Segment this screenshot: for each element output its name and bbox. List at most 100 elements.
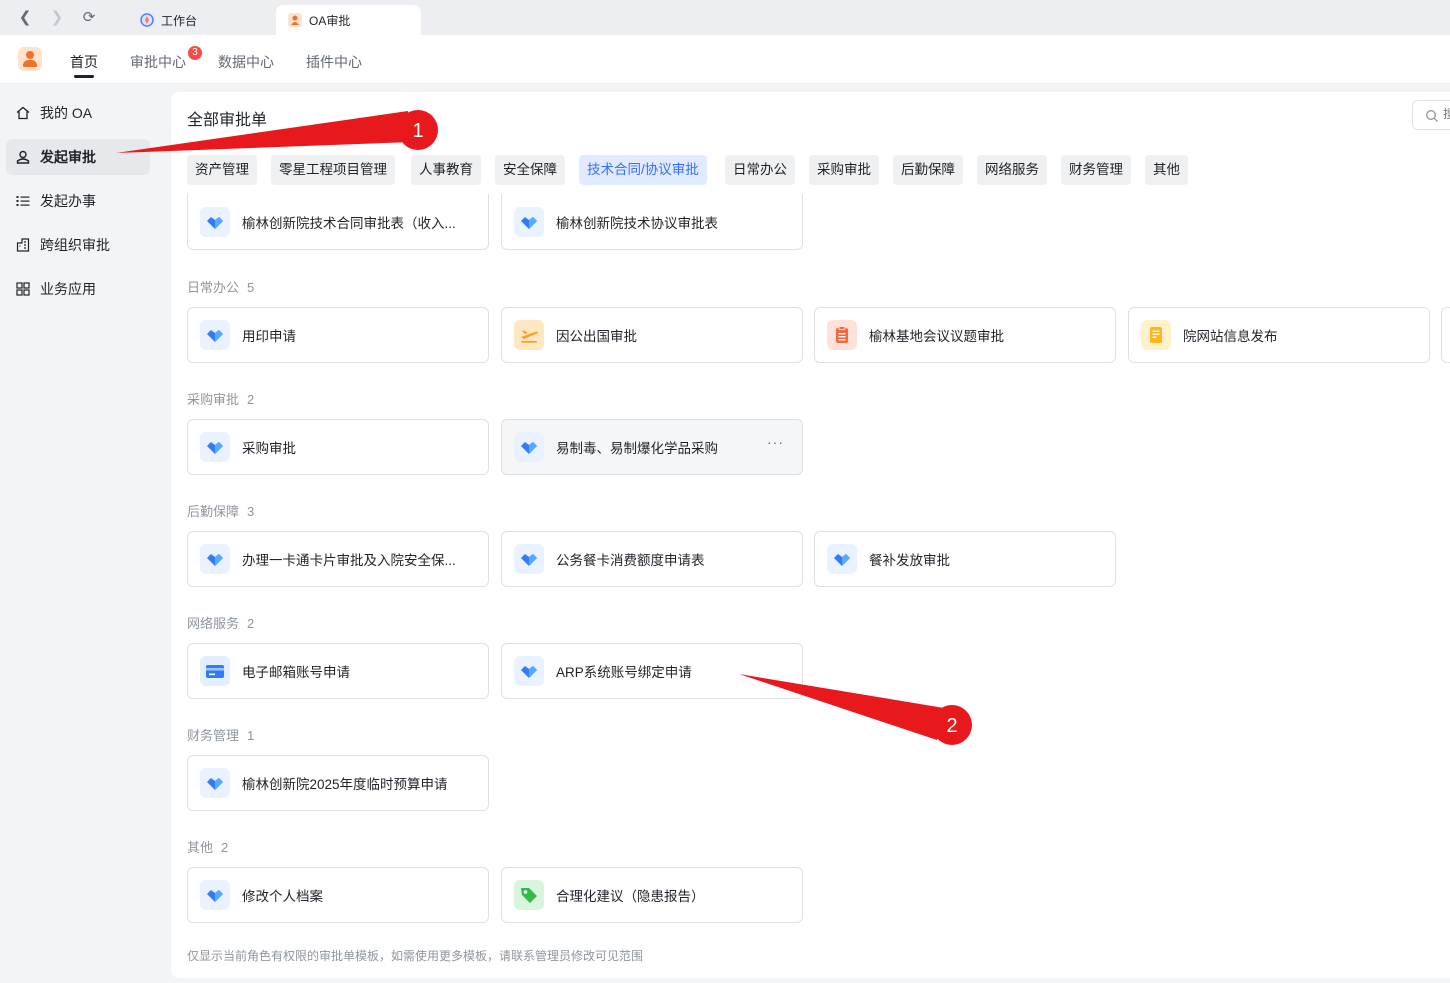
list-icon	[15, 193, 31, 209]
form-card[interactable]: 榆林创新院2025年度临时预算申请	[187, 755, 489, 811]
nav-data-center[interactable]: 数据中心	[218, 52, 274, 72]
tab-oa-approval[interactable]: OA审批	[276, 5, 421, 35]
form-card[interactable]: 采购审批	[187, 419, 489, 475]
section-count: 1	[247, 728, 255, 743]
chip-daily-office[interactable]: 日常办公	[725, 155, 795, 185]
sidebar-item-cross-org[interactable]: 跨组织审批	[6, 227, 150, 263]
diamond-icon	[200, 880, 230, 910]
tab-label: 工作台	[161, 13, 198, 28]
tab-label: OA审批	[309, 13, 351, 28]
notification-badge: 3	[188, 46, 202, 60]
page-title: 全部审批单	[187, 112, 268, 129]
section-title: 后勤保障	[187, 504, 240, 519]
section-title: 日常办公	[187, 280, 240, 295]
section-title: 采购审批	[187, 392, 240, 407]
sidebar-item-label: 发起审批	[40, 149, 96, 165]
section-count: 3	[247, 504, 255, 519]
clipboard-icon	[827, 320, 857, 350]
user-icon	[15, 149, 31, 165]
form-card[interactable]: 合理化建议（隐患报告）	[501, 867, 803, 923]
section-title: 网络服务	[187, 616, 240, 631]
more-icon[interactable]: ···	[767, 434, 784, 450]
nav-plugin-center[interactable]: 插件中心	[306, 52, 362, 72]
back-icon[interactable]: ❮	[16, 9, 34, 27]
oa-logo-icon	[18, 47, 42, 71]
form-card[interactable]: 公务餐卡消费额度申请表	[501, 531, 803, 587]
diamond-icon	[514, 544, 544, 574]
form-card-label: ARP系统账号绑定申请	[556, 665, 692, 680]
diamond-icon	[200, 768, 230, 798]
chip-tech-contracts[interactable]: 技术合同/协议审批	[579, 155, 707, 185]
form-card[interactable]: ARP系统账号绑定申请	[501, 643, 803, 699]
form-card-label: 院网站信息发布	[1183, 329, 1278, 344]
sidebar-item-start-task[interactable]: 发起办事	[6, 183, 150, 219]
diamond-icon	[200, 432, 230, 462]
search-box[interactable]	[1412, 100, 1450, 130]
workbench-icon	[140, 13, 154, 27]
chip-safety[interactable]: 安全保障	[495, 155, 565, 185]
footer-note: 仅显示当前角色有权限的审批单模板，如需使用更多模板，请联系管理员修改可见范围	[187, 949, 644, 963]
form-card-label: 榆林基地会议议题审批	[869, 329, 1004, 344]
diamond-icon	[514, 432, 544, 462]
form-card-label: 公务餐卡消费额度申请表	[556, 553, 705, 568]
tag-icon	[514, 880, 544, 910]
form-card-label: 修改个人档案	[242, 889, 323, 904]
form-card[interactable]: 修改个人档案	[187, 867, 489, 923]
browser-tab-bar: ❮ ❯ ⟳ 工作台 OA审批	[0, 0, 1450, 35]
nav-approval-center[interactable]: 审批中心	[130, 52, 186, 72]
tab-workbench[interactable]: 工作台	[128, 5, 273, 35]
search-input[interactable]	[1443, 107, 1450, 121]
sidebar: 我的 OA 发起审批 发起办事 跨组织审批 业务应用	[0, 84, 158, 983]
form-card-label: 榆林创新院技术合同审批表（收入...	[242, 215, 456, 231]
chip-finance[interactable]: 财务管理	[1061, 155, 1131, 185]
sidebar-item-label: 我的 OA	[40, 105, 93, 121]
search-icon	[1426, 110, 1438, 122]
section-header: 日常办公 5	[187, 277, 254, 296]
section-count: 2	[247, 392, 255, 407]
sidebar-item-my-oa[interactable]: 我的 OA	[6, 95, 150, 131]
section-count: 2	[247, 616, 255, 631]
form-card[interactable]: 易制毒、易制爆化学品采购 ···	[501, 419, 803, 475]
section-header: 后勤保障 3	[187, 501, 254, 520]
forward-icon[interactable]: ❯	[48, 9, 66, 27]
nav-home[interactable]: 首页	[70, 52, 98, 72]
app-header: 首页 审批中心 3 数据中心 插件中心	[0, 35, 1450, 84]
form-card-label: 因公出国审批	[556, 329, 637, 344]
section-count: 5	[247, 280, 255, 295]
chip-network-services[interactable]: 网络服务	[977, 155, 1047, 185]
main-panel: 全部审批单 资产管理 零星工程项目管理 人事教育 安全保障 技术合同/协议审批 …	[171, 92, 1450, 978]
diamond-icon	[514, 656, 544, 686]
sidebar-item-business-apps[interactable]: 业务应用	[6, 271, 150, 307]
chip-logistics[interactable]: 后勤保障	[893, 155, 963, 185]
form-card-partial[interactable]	[1441, 307, 1450, 363]
form-card[interactable]: 榆林创新院技术协议审批表	[501, 194, 803, 250]
chip-asset-management[interactable]: 资产管理	[187, 155, 257, 185]
sidebar-item-label: 发起办事	[40, 193, 96, 209]
sidebar-item-label: 跨组织审批	[40, 237, 110, 253]
form-card[interactable]: 办理一卡通卡片审批及入院安全保...	[187, 531, 489, 587]
diamond-icon	[827, 544, 857, 574]
plane-icon	[514, 320, 544, 350]
form-card[interactable]: 餐补发放审批	[814, 531, 1116, 587]
form-card[interactable]: 电子邮箱账号申请	[187, 643, 489, 699]
form-card[interactable]: 院网站信息发布	[1128, 307, 1430, 363]
form-card-label: 榆林创新院技术协议审批表	[556, 215, 718, 231]
form-card[interactable]: 榆林基地会议议题审批	[814, 307, 1116, 363]
refresh-icon[interactable]: ⟳	[80, 9, 98, 27]
chip-minor-projects[interactable]: 零星工程项目管理	[271, 155, 395, 185]
chip-hr-education[interactable]: 人事教育	[411, 155, 481, 185]
card-icon	[200, 656, 230, 686]
sidebar-item-start-approval[interactable]: 发起审批	[6, 139, 150, 175]
form-card[interactable]: 榆林创新院技术合同审批表（收入...	[187, 194, 489, 250]
form-card-label: 电子邮箱账号申请	[242, 665, 350, 680]
section-title: 其他	[187, 840, 214, 855]
form-card[interactable]: 用印申请	[187, 307, 489, 363]
chip-procurement[interactable]: 采购审批	[809, 155, 879, 185]
diamond-icon	[200, 206, 230, 237]
chip-other[interactable]: 其他	[1145, 155, 1188, 185]
section-title: 财务管理	[187, 728, 240, 743]
form-card[interactable]: 因公出国审批	[501, 307, 803, 363]
diamond-icon	[200, 320, 230, 350]
document-icon	[1141, 320, 1171, 350]
nav-active-underline	[74, 75, 94, 78]
